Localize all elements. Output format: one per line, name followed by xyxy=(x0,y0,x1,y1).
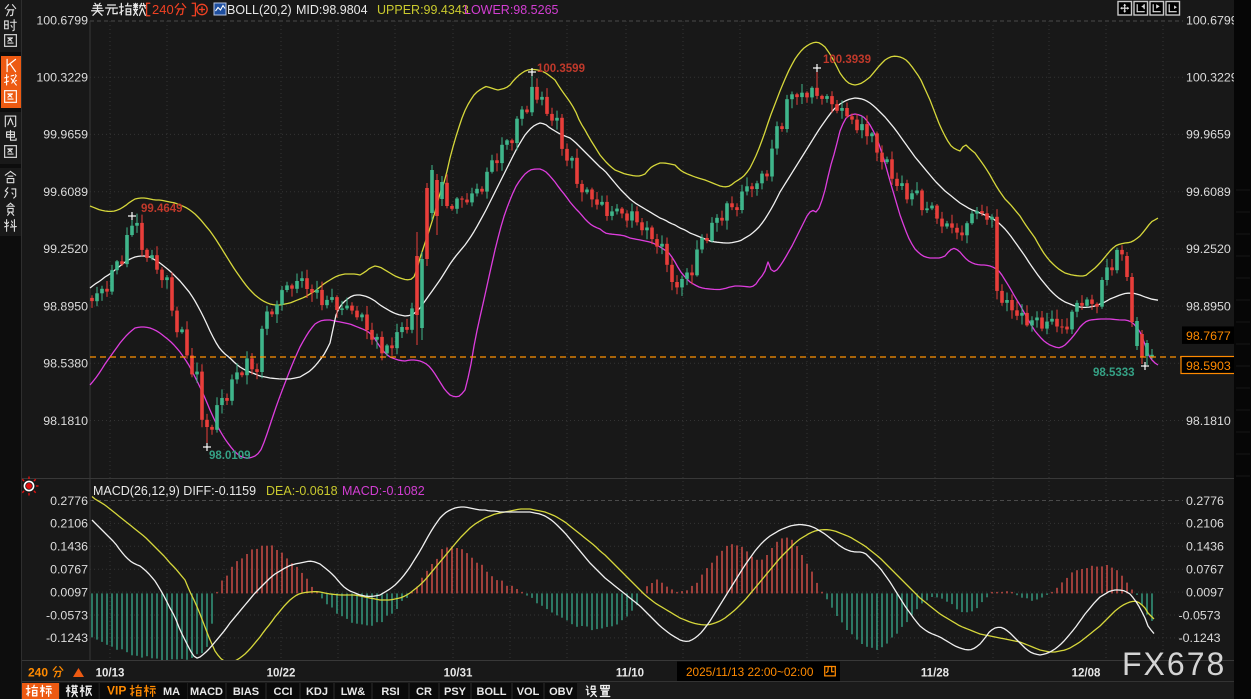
svg-text:VOL: VOL xyxy=(517,686,540,698)
svg-text:100.6799: 100.6799 xyxy=(36,13,88,27)
svg-text:BIAS: BIAS xyxy=(233,686,259,698)
svg-text:0.2106: 0.2106 xyxy=(1186,517,1224,531)
svg-text:10/31: 10/31 xyxy=(444,668,473,680)
svg-text:-0.1243: -0.1243 xyxy=(46,631,88,645)
svg-text:BOLL(20,2): BOLL(20,2) xyxy=(227,3,292,17)
svg-text:98.5380: 98.5380 xyxy=(43,357,88,371)
svg-text:0.2776: 0.2776 xyxy=(50,494,88,508)
svg-text:VIP: VIP xyxy=(107,684,126,698)
svg-text:99.2520: 99.2520 xyxy=(43,242,88,256)
svg-text:BOLL: BOLL xyxy=(477,686,507,698)
svg-text:0.1436: 0.1436 xyxy=(50,540,88,554)
svg-text:12/08: 12/08 xyxy=(1072,668,1101,680)
svg-text:MA: MA xyxy=(163,686,180,698)
svg-text:10/13: 10/13 xyxy=(96,668,125,680)
svg-text:98.8950: 98.8950 xyxy=(43,299,88,313)
svg-text:0.2106: 0.2106 xyxy=(50,517,88,531)
svg-text:98.8950: 98.8950 xyxy=(1186,299,1231,313)
svg-text:100.6799: 100.6799 xyxy=(1186,13,1238,27)
svg-text:98.7677: 98.7677 xyxy=(1186,329,1231,343)
svg-text:98.5333: 98.5333 xyxy=(1093,367,1135,379)
svg-text:100.3229: 100.3229 xyxy=(36,71,88,85)
svg-text:10/22: 10/22 xyxy=(267,668,296,680)
svg-text:240: 240 xyxy=(28,666,48,680)
svg-text:99.9659: 99.9659 xyxy=(43,128,88,142)
svg-text:0.0767: 0.0767 xyxy=(50,563,88,577)
svg-text:DEA:-0.0618: DEA:-0.0618 xyxy=(266,484,338,498)
svg-text:11/28: 11/28 xyxy=(921,668,950,680)
svg-text:LW&: LW& xyxy=(341,686,365,698)
svg-text:99.6089: 99.6089 xyxy=(43,185,88,199)
svg-text:0.2776: 0.2776 xyxy=(1186,494,1224,508)
svg-text:240: 240 xyxy=(152,2,174,17)
svg-text:100.3939: 100.3939 xyxy=(823,54,871,66)
svg-text:UPPER:99.4343: UPPER:99.4343 xyxy=(377,3,469,17)
svg-text:0.0097: 0.0097 xyxy=(1186,585,1224,599)
svg-text:100.3229: 100.3229 xyxy=(1186,71,1238,85)
svg-text:11/10: 11/10 xyxy=(616,668,644,680)
svg-text:98.1810: 98.1810 xyxy=(43,414,88,428)
svg-text:99.2520: 99.2520 xyxy=(1186,242,1231,256)
svg-text:RSI: RSI xyxy=(381,686,399,698)
svg-text:-0.0573: -0.0573 xyxy=(46,608,88,622)
svg-text:98.0109: 98.0109 xyxy=(209,450,251,462)
svg-text:MID:98.9804: MID:98.9804 xyxy=(296,3,368,17)
svg-text:0.0767: 0.0767 xyxy=(1186,563,1224,577)
svg-text:2025/11/13 22:00~02:00: 2025/11/13 22:00~02:00 xyxy=(686,665,814,679)
svg-text:-0.1243: -0.1243 xyxy=(1179,631,1221,645)
svg-text:99.4649: 99.4649 xyxy=(141,203,183,215)
svg-text:MACD:-0.1082: MACD:-0.1082 xyxy=(342,484,425,498)
svg-text:CR: CR xyxy=(416,686,432,698)
svg-text:99.6089: 99.6089 xyxy=(1186,185,1231,199)
svg-text:0.1436: 0.1436 xyxy=(1186,540,1224,554)
svg-text:LOWER:98.5265: LOWER:98.5265 xyxy=(464,3,559,17)
svg-text:100.3599: 100.3599 xyxy=(537,63,585,75)
svg-text:KDJ: KDJ xyxy=(306,686,328,698)
svg-text:-0.0573: -0.0573 xyxy=(1179,608,1221,622)
svg-text:98.1810: 98.1810 xyxy=(1186,414,1231,428)
svg-text:99.9659: 99.9659 xyxy=(1186,128,1231,142)
svg-text:OBV: OBV xyxy=(549,686,574,698)
svg-text:CCI: CCI xyxy=(274,686,293,698)
svg-text:PSY: PSY xyxy=(444,686,467,698)
svg-text:MACD(26,12,9) DIFF:-0.1159: MACD(26,12,9) DIFF:-0.1159 xyxy=(93,484,256,498)
svg-text:FX678: FX678 xyxy=(1122,646,1226,682)
svg-text:0.0097: 0.0097 xyxy=(50,585,88,599)
svg-text:98.5903: 98.5903 xyxy=(1186,359,1231,373)
svg-text:MACD: MACD xyxy=(190,686,223,698)
